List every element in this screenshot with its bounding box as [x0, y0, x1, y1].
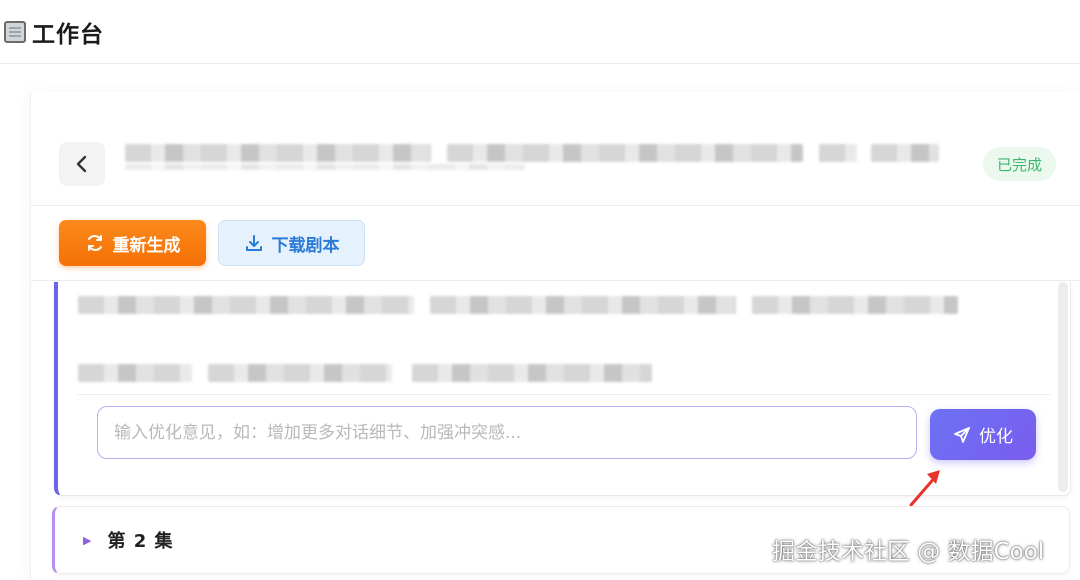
back-button[interactable] [59, 142, 105, 186]
episode-card: 优化 [54, 282, 1071, 496]
optimization-feedback-input[interactable] [97, 406, 917, 459]
download-icon [245, 235, 262, 251]
page-title: 工作台 [32, 21, 104, 48]
redacted-title [871, 144, 939, 162]
redacted-content [752, 296, 958, 314]
redacted-content [412, 364, 652, 382]
regenerate-label: 重新生成 [112, 235, 181, 256]
redacted-content [208, 364, 392, 382]
top-bar: 工作台 [0, 0, 1080, 64]
divider [31, 280, 1080, 281]
redacted-title [125, 164, 525, 170]
refresh-icon [87, 235, 102, 251]
episode-title: 第 2 集 [107, 531, 174, 552]
script-header: 已完成 [31, 92, 1080, 206]
optimize-label: 优化 [979, 427, 1013, 447]
optimize-button[interactable]: 优化 [930, 409, 1036, 460]
redacted-title [447, 144, 803, 162]
download-label: 下载剧本 [271, 235, 340, 256]
redacted-content [430, 296, 736, 314]
redacted-content [78, 296, 414, 314]
watermark: 掘金技术社区 @ 数据Cool [772, 539, 1045, 565]
regenerate-button[interactable]: 重新生成 [59, 220, 206, 266]
download-script-button[interactable]: 下载剧本 [218, 220, 365, 266]
status-badge: 已完成 [983, 147, 1057, 181]
redacted-title [819, 144, 857, 162]
send-icon [954, 426, 970, 443]
annotation-arrow-icon [909, 470, 940, 507]
redacted-title [125, 144, 431, 162]
notebook-icon [4, 20, 26, 43]
triangle-right-icon: ▶ [83, 533, 92, 547]
scrollbar[interactable] [1058, 282, 1068, 492]
redacted-content [78, 364, 192, 382]
divider [78, 394, 1050, 395]
chevron-left-icon [76, 155, 87, 173]
